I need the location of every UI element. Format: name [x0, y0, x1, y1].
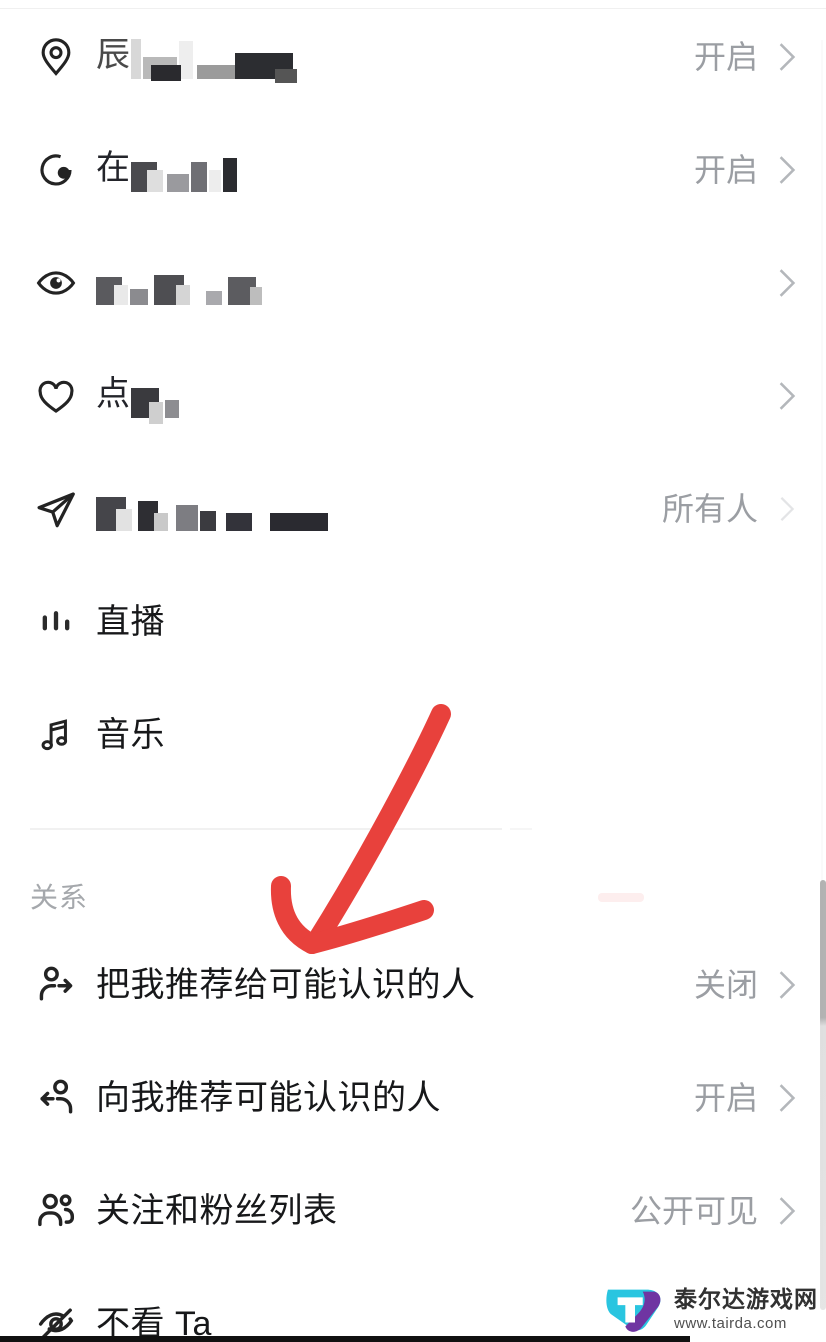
- settings-row-label: 辰: [96, 35, 299, 83]
- chevron-right-icon: [776, 266, 798, 300]
- settings-row-recommend-me-to-others[interactable]: 把我推荐给可能认识的人 关闭: [0, 928, 826, 1041]
- chevron-right-icon: [776, 40, 798, 74]
- settings-row-value: 开启: [693, 151, 758, 188]
- eye-icon: [30, 257, 82, 309]
- group-divider: [30, 828, 502, 830]
- watermark-text: 泰尔达游戏网 www.tairda.com: [674, 1285, 818, 1332]
- settings-row-likes[interactable]: 点: [0, 339, 826, 452]
- chevron-right-icon: [776, 379, 798, 413]
- bottom-edge-bar: [0, 1336, 690, 1342]
- site-watermark: 泰尔达游戏网 www.tairda.com: [604, 1280, 818, 1338]
- settings-row-label: [96, 487, 330, 531]
- heart-icon: [30, 370, 82, 422]
- two-people-icon: [30, 1185, 82, 1237]
- settings-row-view-history[interactable]: [0, 226, 826, 339]
- annotation-smudge: [598, 893, 644, 902]
- section-title-relationship: 关系: [30, 882, 89, 913]
- censored-text: [130, 148, 239, 192]
- settings-row-location[interactable]: 辰 开启: [0, 0, 826, 113]
- send-icon: [30, 483, 82, 535]
- settings-row-label: 直播: [96, 602, 165, 641]
- chevron-right-icon: [776, 153, 798, 187]
- live-bars-icon: [30, 596, 82, 648]
- settings-row-label: 点: [96, 374, 181, 424]
- online-status-icon: [30, 144, 82, 196]
- settings-row-value: 开启: [693, 38, 758, 75]
- settings-row-value: 关闭: [693, 966, 758, 1003]
- settings-row-label: 音乐: [96, 715, 165, 754]
- settings-rows: 辰 开启 在 开启 点 所有人 直播 音乐: [0, 0, 826, 791]
- music-note-icon: [30, 709, 82, 761]
- group-divider-segment: [510, 828, 532, 830]
- chevron-right-icon: [776, 968, 798, 1002]
- chevron-right-icon: [776, 1081, 798, 1115]
- settings-row-live[interactable]: 直播: [0, 565, 826, 678]
- settings-row-label: 在: [96, 148, 239, 192]
- settings-screen: 辰 开启 在 开启 点 所有人 直播 音乐 关系 把我推荐给可能认识的人 关闭 …: [0, 0, 826, 1342]
- settings-row-label: [96, 261, 264, 305]
- settings-row-label: 关注和粉丝列表: [96, 1191, 338, 1230]
- person-receive-icon: [30, 1072, 82, 1124]
- settings-row-online-status[interactable]: 在 开启: [0, 113, 826, 226]
- censored-text: [96, 487, 330, 531]
- chevron-right-icon: [776, 1194, 798, 1228]
- censored-text: [130, 374, 181, 424]
- settings-row-following-fans-list[interactable]: 关注和粉丝列表 公开可见: [0, 1154, 826, 1267]
- settings-row-value: 开启: [693, 1079, 758, 1116]
- censored-text: [96, 261, 264, 305]
- settings-row-recommend-others-to-me[interactable]: 向我推荐可能认识的人 开启: [0, 1041, 826, 1154]
- location-pin-icon: [30, 31, 82, 83]
- settings-row-value: 所有人: [661, 490, 758, 527]
- settings-row-messaging[interactable]: 所有人: [0, 452, 826, 565]
- watermark-logo-icon: [606, 1289, 661, 1332]
- watermark-title: 泰尔达游戏网: [674, 1285, 818, 1312]
- watermark-url: www.tairda.com: [674, 1314, 787, 1332]
- chevron-right-icon: [776, 492, 798, 526]
- settings-row-value: 公开可见: [629, 1192, 758, 1229]
- person-share-icon: [30, 959, 82, 1011]
- settings-row-music[interactable]: 音乐: [0, 678, 826, 791]
- settings-row-label: 向我推荐可能认识的人: [96, 1078, 441, 1117]
- censored-text: [130, 35, 299, 83]
- settings-row-label: 把我推荐给可能认识的人: [96, 965, 476, 1004]
